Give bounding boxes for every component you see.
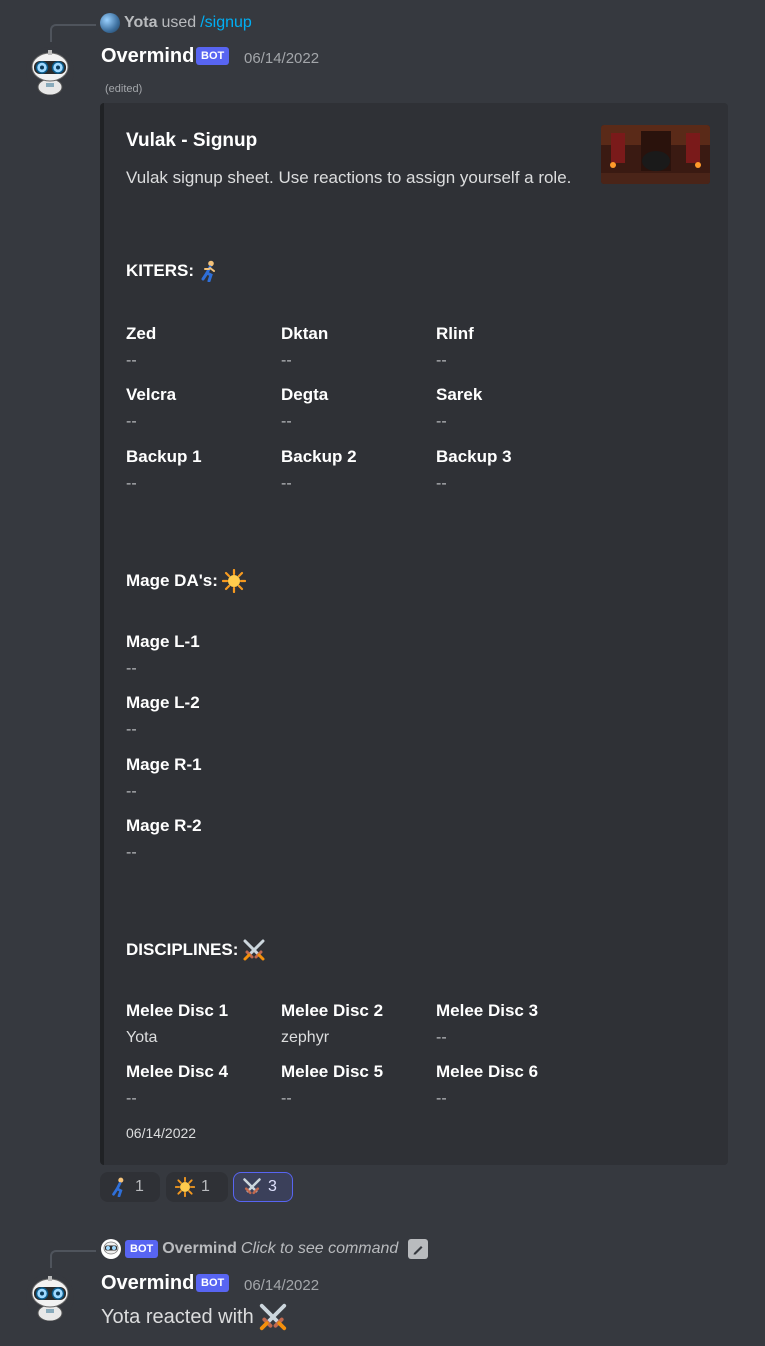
bot-tag: BOT [196,1274,230,1292]
field-value: -- [281,352,292,369]
field-name: Mage R-2 [126,816,202,835]
reply-header[interactable]: Yota used /signup [100,13,252,33]
field-value: -- [436,413,447,430]
reaction-crossed-swords[interactable]: 3 [233,1172,293,1202]
bot-avatar[interactable] [26,47,74,95]
field-name: Melee Disc 5 [281,1062,384,1081]
kiters-heading: KITERS: [126,260,220,282]
field-value: -- [436,475,447,492]
field-name: Sarek [436,385,483,404]
field-name: Degta [281,385,329,404]
reaction-count: 1 [201,1178,210,1195]
sun-emoji-icon [221,569,246,593]
reaction-runner[interactable]: 1 [100,1172,160,1202]
disciplines-heading: DISCIPLINES: [126,938,266,962]
author-name[interactable]: Overmind [101,1272,194,1295]
sun-emoji-icon [175,1177,195,1197]
message-content: Yota reacted with [101,1302,288,1332]
message-text: Yota reacted with [101,1305,254,1328]
embed-thumbnail[interactable] [601,125,710,184]
reply-header[interactable]: BOT Overmind Click to see command [101,1239,429,1259]
disciplines-heading-text: DISCIPLINES: [126,940,239,959]
message-timestamp[interactable]: 06/14/2022 [244,1277,319,1294]
field-name: Mage R-1 [126,755,202,774]
runner-emoji-icon [112,1177,124,1197]
field-name: Backup 2 [281,447,357,466]
field-value: -- [436,352,447,369]
field-name: Mage L-1 [126,632,200,651]
reply-username[interactable]: Overmind [162,1240,237,1258]
field-value: -- [126,1090,137,1107]
user-avatar-icon [100,13,120,33]
signup-embed: Vulak - Signup Vulak signup sheet. Use r… [100,103,728,1165]
embed-footer-date: 06/14/2022 [126,1125,197,1141]
field-name: Rlinf [436,324,474,343]
field-value: zephyr [281,1029,330,1046]
crossed-swords-emoji-icon [259,1303,286,1331]
robot-avatar-icon [26,1273,74,1321]
runner-emoji-icon [201,260,215,282]
embed-title: Vulak - Signup [126,130,258,151]
mage-da-heading-text: Mage DA's: [126,571,218,590]
reaction-sun[interactable]: 1 [166,1172,228,1202]
crossed-swords-emoji-icon [243,939,265,961]
bot-avatar[interactable] [26,1273,74,1321]
command-link[interactable]: /signup [200,14,252,32]
crossed-swords-emoji-icon [243,1178,261,1195]
reply-used-text: used [161,14,197,31]
field-value: -- [281,413,292,430]
dungeon-thumbnail-icon [601,125,710,184]
field-value: Yota [126,1029,158,1046]
reply-connector [50,1250,96,1268]
field-value: -- [126,413,137,430]
field-value: -- [126,783,137,800]
reply-connector [50,24,96,42]
reaction-count: 3 [268,1178,277,1195]
author-name[interactable]: Overmind [101,45,194,68]
field-value: -- [126,721,137,738]
slash-command-icon [408,1239,429,1259]
click-to-see-command[interactable]: Click to see command [241,1240,398,1258]
field-name: Melee Disc 6 [436,1062,539,1081]
field-value: -- [126,660,137,677]
reaction-count: 1 [135,1178,144,1195]
reply-username[interactable]: Yota [124,14,157,32]
edited-label[interactable]: (edited) [105,83,142,95]
kiters-heading-text: KITERS: [126,261,194,280]
field-name: Melee Disc 3 [436,1001,539,1020]
field-value: -- [126,475,137,492]
field-name: Melee Disc 2 [281,1001,384,1020]
field-name: Zed [126,324,157,343]
field-value: -- [281,475,292,492]
field-name: Melee Disc 1 [126,1001,229,1020]
robot-avatar-icon [26,47,74,95]
embed-description: Vulak signup sheet. Use reactions to ass… [126,168,572,187]
mage-da-heading: Mage DA's: [126,569,246,593]
field-value: -- [281,1090,292,1107]
field-value: -- [126,844,137,861]
field-name: Velcra [126,385,177,404]
field-name: Backup 3 [436,447,512,466]
field-name: Backup 1 [126,447,202,466]
field-name: Mage L-2 [126,693,200,712]
field-name: Melee Disc 4 [126,1062,229,1081]
bot-tag: BOT [196,47,230,65]
field-value: -- [436,1029,447,1046]
field-value: -- [126,352,137,369]
bot-tag: BOT [125,1240,159,1258]
field-name: Dktan [281,324,329,343]
bot-mini-avatar-icon [101,1239,121,1259]
field-value: -- [436,1090,447,1107]
message-timestamp[interactable]: 06/14/2022 [244,50,319,67]
